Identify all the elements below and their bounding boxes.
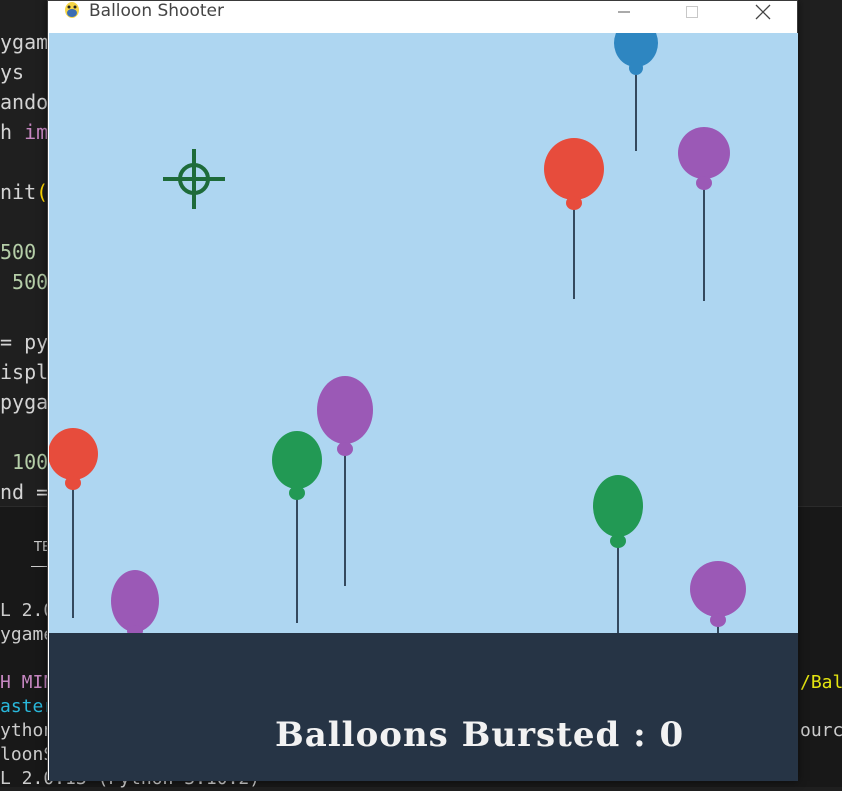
game-canvas[interactable] — [49, 33, 798, 633]
maximize-icon — [686, 6, 698, 18]
code-line: pyga — [0, 390, 49, 414]
crosshair-icon — [163, 149, 225, 209]
terminal-line: ourc — [800, 720, 842, 741]
code-line: 100 — [0, 450, 49, 474]
score-bar: Balloons Bursted : 0 — [49, 633, 798, 781]
balloon-blue[interactable] — [614, 33, 658, 151]
code-line: ispl — [0, 360, 49, 384]
balloon-red[interactable] — [544, 138, 604, 299]
pygame-snake-icon — [65, 2, 79, 18]
code-line: 500 — [0, 240, 37, 264]
balloon-red[interactable] — [49, 428, 98, 618]
balloon-green[interactable] — [593, 475, 643, 633]
code-line: nd = — [0, 480, 49, 504]
code-line: ys — [0, 60, 25, 84]
window-titlebar[interactable]: Balloon Shooter — [48, 1, 797, 33]
score-value: 0 — [659, 715, 685, 755]
minimize-button[interactable] — [601, 1, 647, 23]
code-line: nit( — [0, 180, 49, 204]
minimize-icon — [618, 11, 630, 13]
maximize-button[interactable] — [669, 1, 715, 23]
code-line: = py — [0, 330, 49, 354]
close-icon — [755, 4, 771, 20]
game-window: Balloon Shooter Balloons Bursted: 0 — [47, 0, 798, 781]
score-display: Balloons Bursted : 0 — [275, 715, 684, 755]
balloon-purple[interactable] — [678, 127, 730, 301]
score-label: Balloons Bursted : — [275, 715, 660, 755]
window-title: Balloon Shooter — [89, 1, 224, 21]
terminal-line: /Bal — [800, 672, 842, 693]
code-line: 500 — [0, 270, 49, 294]
balloon-green[interactable] — [272, 431, 322, 623]
balloon-purple[interactable] — [317, 376, 373, 586]
balloon-purple[interactable] — [111, 570, 159, 633]
game-scene — [49, 33, 746, 633]
close-button[interactable] — [740, 1, 786, 23]
balloon-purple[interactable] — [690, 561, 746, 633]
